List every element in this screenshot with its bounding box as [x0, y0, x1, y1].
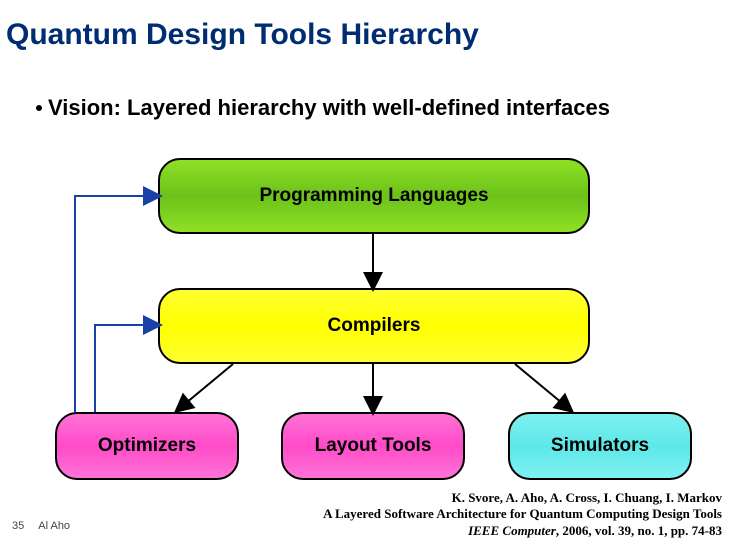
footer-author: Al Aho	[38, 520, 70, 532]
box-optimizers: Optimizers	[55, 412, 239, 480]
box-label: Compilers	[328, 315, 421, 337]
vision-text: Vision: Layered hierarchy with well-defi…	[48, 95, 610, 121]
page-number: 35	[12, 520, 24, 532]
box-simulators: Simulators	[508, 412, 692, 480]
box-programming-languages: Programming Languages	[158, 158, 590, 234]
arrow-down-icon	[180, 364, 233, 408]
citation-ref-journal: IEEE Computer	[468, 523, 556, 538]
box-layout-tools: Layout Tools	[281, 412, 465, 480]
citation-title: A Layered Software Architecture for Quan…	[323, 506, 722, 522]
page-title: Quantum Design Tools Hierarchy	[6, 18, 479, 52]
citation-ref-tail: , 2006, vol. 39, no. 1, pp. 74-83	[556, 523, 722, 538]
box-compilers: Compilers	[158, 288, 590, 364]
box-label: Simulators	[551, 435, 649, 457]
citation-ref: IEEE Computer, 2006, vol. 39, no. 1, pp.…	[323, 523, 722, 539]
box-label: Optimizers	[98, 435, 196, 457]
box-label: Layout Tools	[315, 435, 432, 457]
citation-authors: K. Svore, A. Aho, A. Cross, I. Chuang, I…	[323, 490, 722, 506]
vision-bullet: Vision: Layered hierarchy with well-defi…	[36, 95, 610, 121]
arrow-down-icon	[515, 364, 568, 408]
citation: K. Svore, A. Aho, A. Cross, I. Chuang, I…	[323, 490, 722, 539]
bullet-icon	[36, 105, 42, 111]
box-label: Programming Languages	[259, 185, 488, 207]
footer: 35 Al Aho	[12, 520, 70, 532]
arrow-feedback-icon	[75, 196, 155, 412]
arrow-feedback-icon	[95, 325, 155, 412]
